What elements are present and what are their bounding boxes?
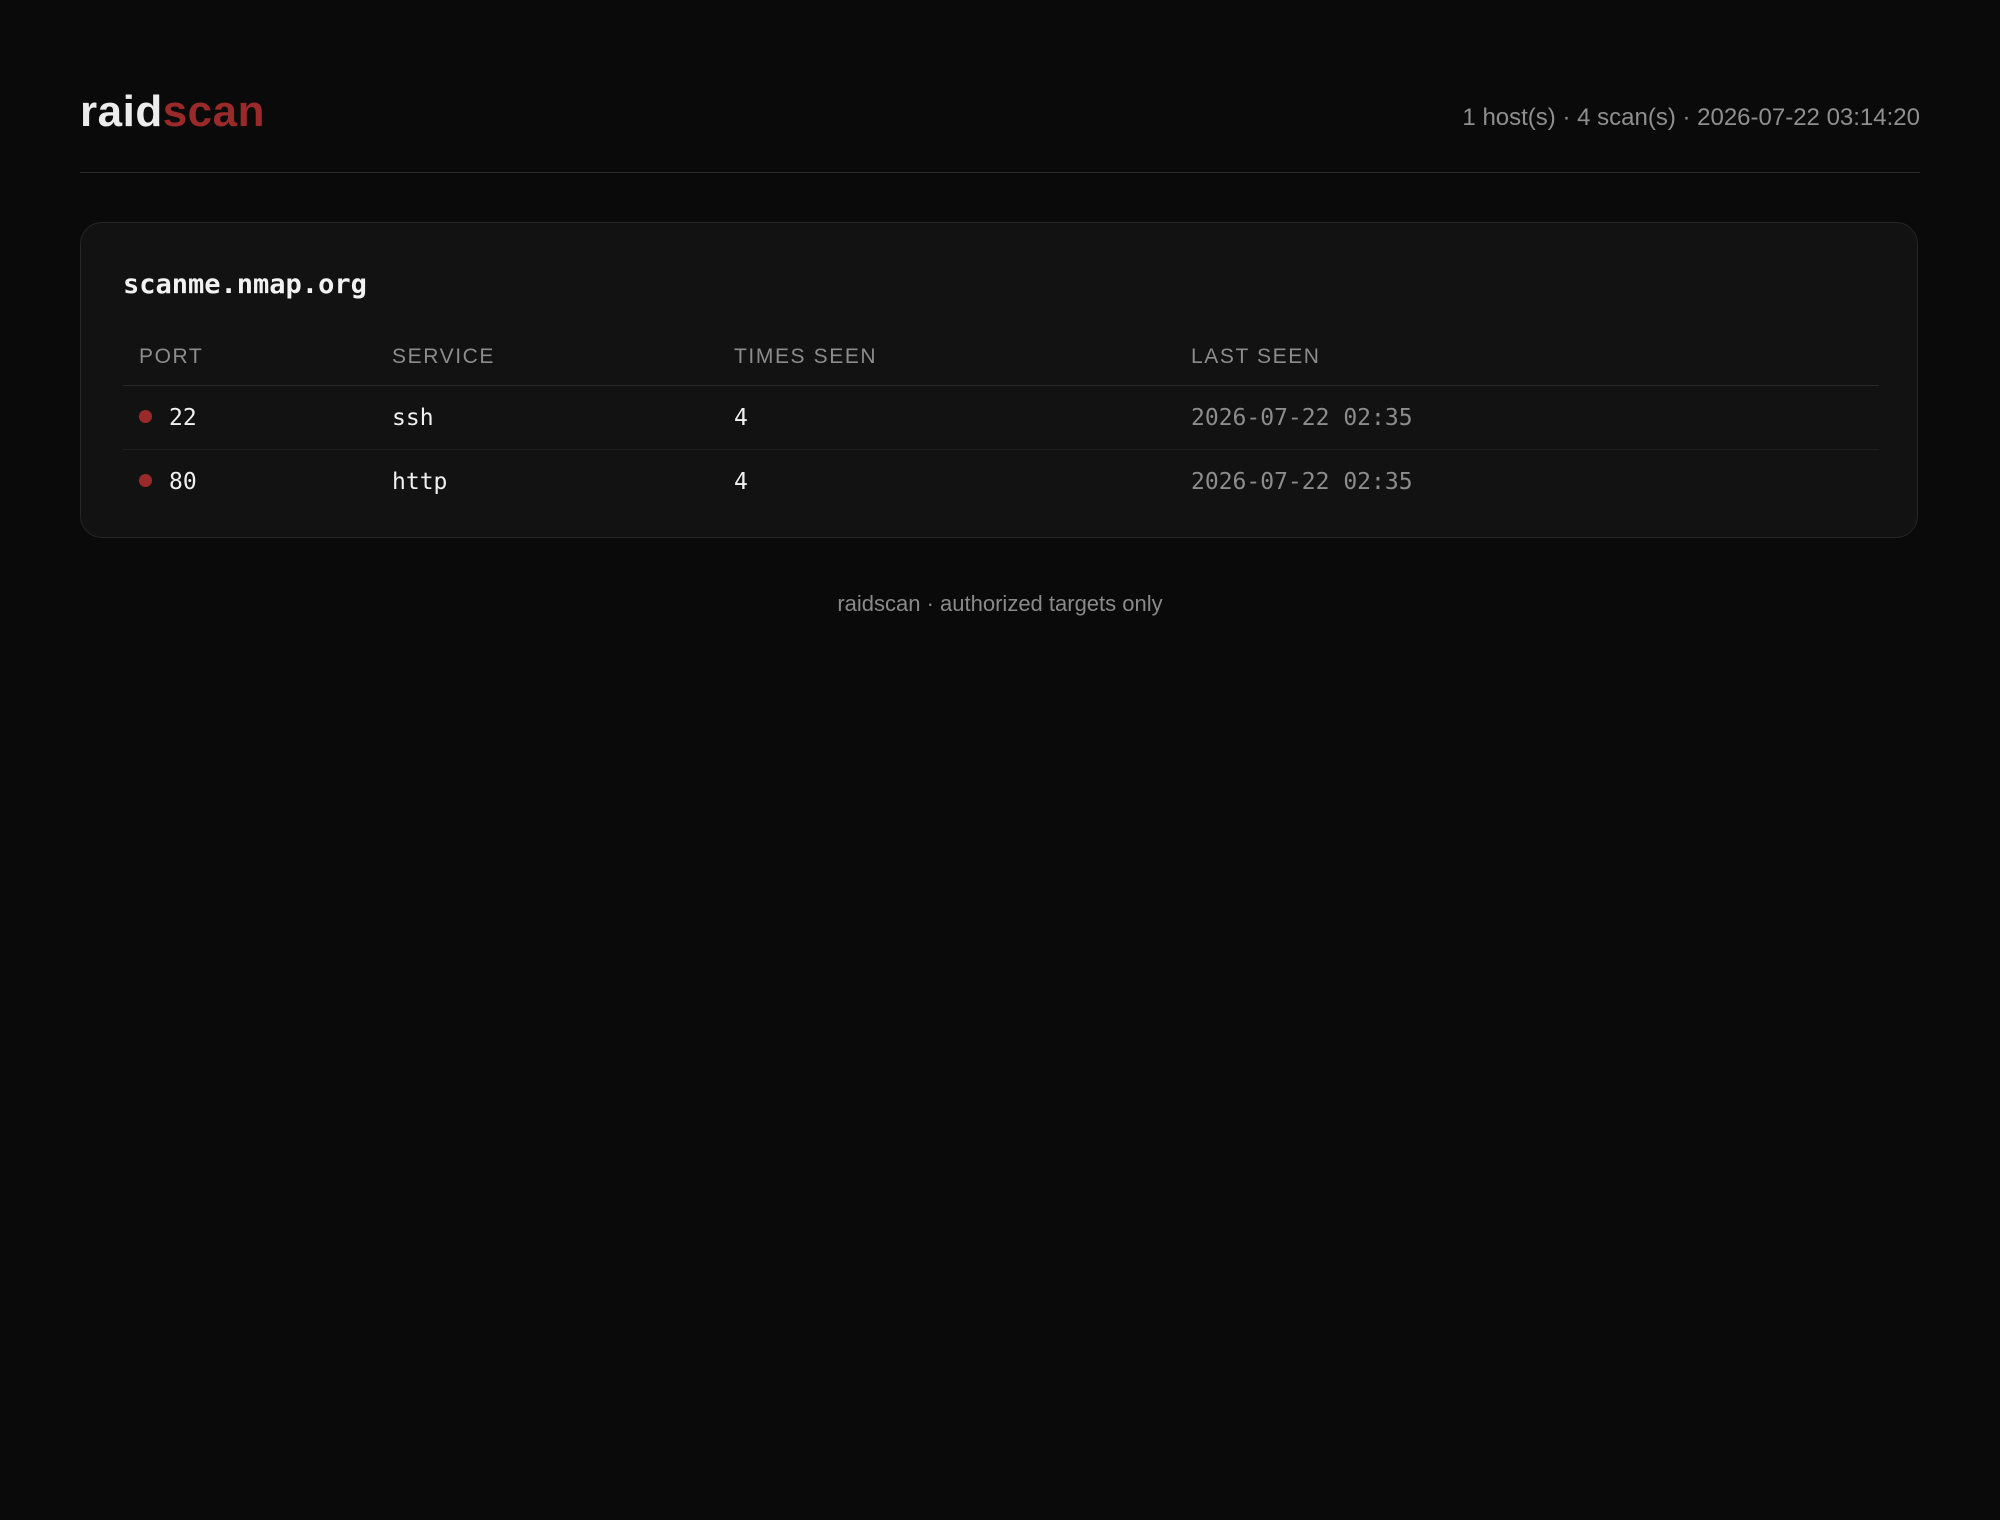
brand-raid: raid xyxy=(80,87,163,136)
table-row: 80 http 4 2026-07-22 02:35 xyxy=(123,450,1879,514)
host-card: scanme.nmap.org PORT SERVICE TIMES SEEN … xyxy=(80,222,1918,538)
host-name: scanme.nmap.org xyxy=(123,269,367,300)
last-seen-cell: 2026-07-22 02:35 xyxy=(1191,468,1413,495)
brand-logo: raidscan xyxy=(80,86,265,138)
last-seen-cell: 2026-07-22 02:35 xyxy=(1175,385,1879,450)
service-cell: http xyxy=(392,468,448,495)
app-header: raidscan 1 host(s) · 4 scan(s) · 2026-07… xyxy=(80,0,1920,173)
open-port-status-dot-icon xyxy=(139,473,152,487)
port-cell: 22 xyxy=(123,385,376,450)
page-footer: raidscan · authorized targets only xyxy=(837,591,1163,616)
port-cell: 80 xyxy=(123,450,376,514)
port-number: 22 xyxy=(169,404,197,431)
table-header-row: PORT SERVICE TIMES SEEN LAST SEEN xyxy=(123,329,1879,386)
page: raidscan 1 host(s) · 4 scan(s) · 2026-07… xyxy=(80,0,1920,616)
column-header-port: PORT xyxy=(123,329,376,386)
open-port-status-dot-icon xyxy=(139,409,152,423)
times-seen-cell: 4 xyxy=(734,468,748,495)
ports-table: PORT SERVICE TIMES SEEN LAST SEEN 22 ssh… xyxy=(123,329,1879,513)
scan-summary: 1 host(s) · 4 scan(s) · 2026-07-22 03:14… xyxy=(1462,104,1920,131)
brand-scan: scan xyxy=(162,87,265,136)
times-seen-cell: 4 xyxy=(718,385,1175,450)
table-row: 22 ssh 4 2026-07-22 02:35 xyxy=(123,385,1879,450)
column-header-last-seen: LAST SEEN xyxy=(1175,329,1879,386)
column-header-service: SERVICE xyxy=(376,329,718,386)
service-cell: ssh xyxy=(376,385,718,450)
port-number: 80 xyxy=(169,468,197,495)
column-header-times-seen: TIMES SEEN xyxy=(718,329,1175,386)
